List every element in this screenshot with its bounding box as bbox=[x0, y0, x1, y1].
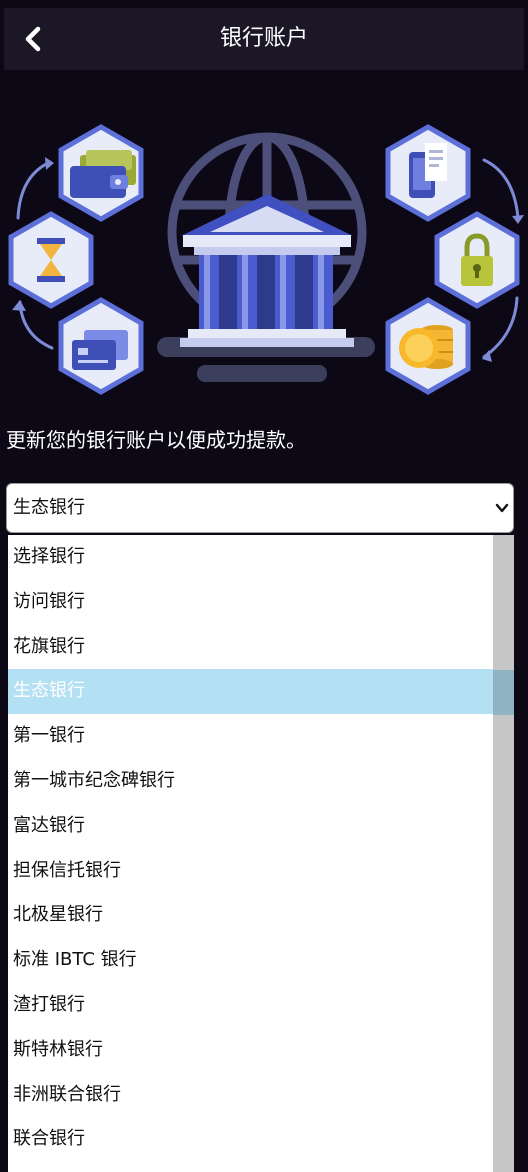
bank-account-page: 银行账户 更新您的银行账户以便成功提款。 生态银行 选择银行 访问银行 花旗银行… bbox=[0, 0, 528, 1172]
instruction-text: 更新您的银行账户以便成功提款。 bbox=[6, 428, 306, 452]
option-select-bank[interactable]: 选择银行 bbox=[8, 535, 493, 580]
bank-options-list[interactable]: 选择银行 访问银行 花旗银行 生态银行 第一银行 第一城市纪念碑银行 富达银行 … bbox=[8, 535, 514, 1172]
options-container: 选择银行 访问银行 花旗银行 生态银行 第一银行 第一城市纪念碑银行 富达银行 … bbox=[8, 535, 493, 1162]
option-first-bank[interactable]: 第一银行 bbox=[8, 714, 493, 759]
scrollbar-highlight bbox=[493, 670, 514, 715]
option-fidelity-bank[interactable]: 富达银行 bbox=[8, 804, 493, 849]
option-standard-chartered[interactable]: 渣打银行 bbox=[8, 983, 493, 1028]
bank-building-icon bbox=[180, 194, 354, 347]
top-bar: 银行账户 bbox=[4, 8, 524, 70]
option-union-bank[interactable]: 联合银行 bbox=[8, 1117, 493, 1162]
bank-illustration bbox=[8, 124, 524, 395]
chevron-down-icon bbox=[495, 503, 509, 513]
dropdown-scrollbar[interactable] bbox=[493, 535, 514, 1172]
bank-select[interactable]: 生态银行 bbox=[6, 483, 514, 533]
option-access-bank[interactable]: 访问银行 bbox=[8, 580, 493, 625]
option-uba[interactable]: 非洲联合银行 bbox=[8, 1073, 493, 1118]
option-ecobank[interactable]: 生态银行 bbox=[8, 669, 493, 715]
option-polaris-bank[interactable]: 北极星银行 bbox=[8, 893, 493, 938]
option-fcmb[interactable]: 第一城市纪念碑银行 bbox=[8, 759, 493, 804]
option-guaranty-trust-bank[interactable]: 担保信托银行 bbox=[8, 849, 493, 894]
option-sterling-bank[interactable]: 斯特林银行 bbox=[8, 1028, 493, 1073]
option-stanbic-ibtc[interactable]: 标准 IBTC 银行 bbox=[8, 938, 493, 983]
bank-select-value: 生态银行 bbox=[13, 497, 85, 518]
page-title: 银行账户 bbox=[219, 26, 308, 51]
option-citibank[interactable]: 花旗银行 bbox=[8, 625, 493, 670]
